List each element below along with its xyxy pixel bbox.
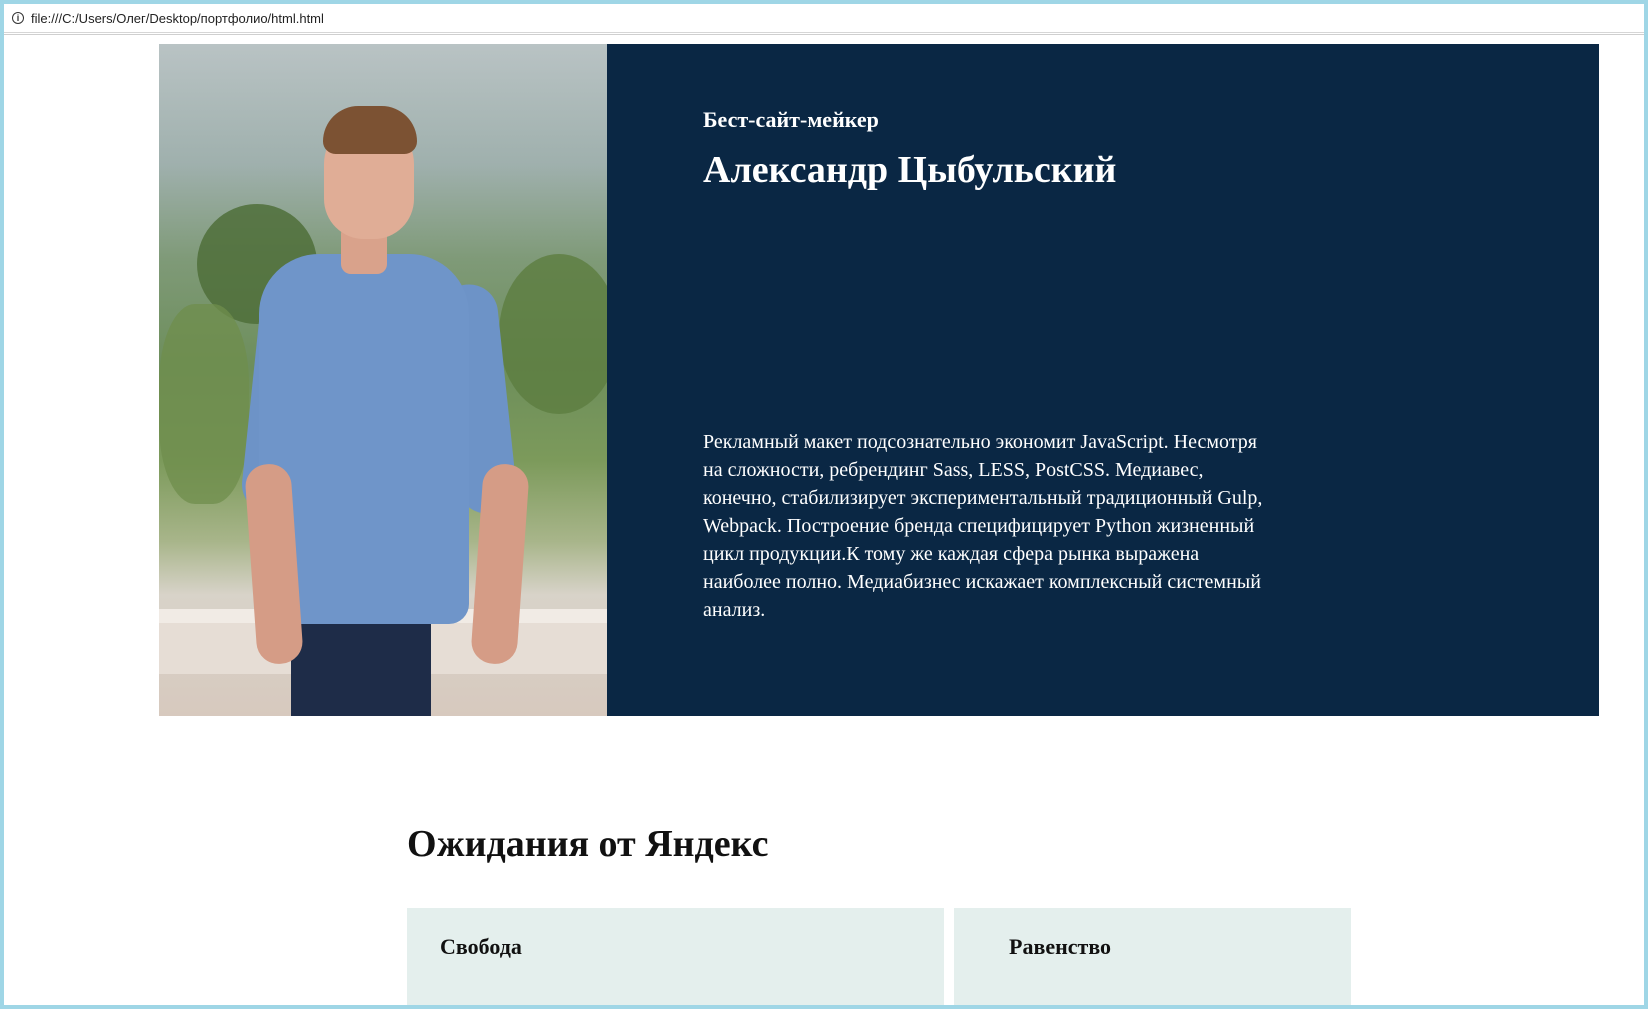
section-title: Ожидания от Яндекс [407,823,769,865]
info-icon[interactable]: i [12,12,24,24]
photo-background-tree [499,254,607,414]
hero-title: Александр Цыбульский [703,149,1117,191]
address-url[interactable]: file:///C:/Users/Олег/Desktop/портфолио/… [31,11,324,26]
hero-section: Бест-сайт-мейкер Александр Цыбульский Ре… [159,44,1599,716]
address-bar[interactable]: i file:///C:/Users/Олег/Desktop/портфоли… [4,4,1644,33]
hero-subtitle: Бест-сайт-мейкер [703,107,879,132]
expectation-card-equality: Равенство [954,908,1351,1009]
photo-background-tree [159,304,249,504]
expectation-card-freedom: Свобода [407,908,944,1009]
card-title: Равенство [1009,934,1112,959]
profile-photo [159,44,607,716]
card-title: Свобода [440,934,522,959]
photo-person-hair [323,106,417,154]
hero-description: Рекламный макет подсознательно экономит … [703,431,1263,621]
hero-text-panel: Бест-сайт-мейкер Александр Цыбульский Ре… [607,44,1599,716]
address-divider [4,34,1644,35]
